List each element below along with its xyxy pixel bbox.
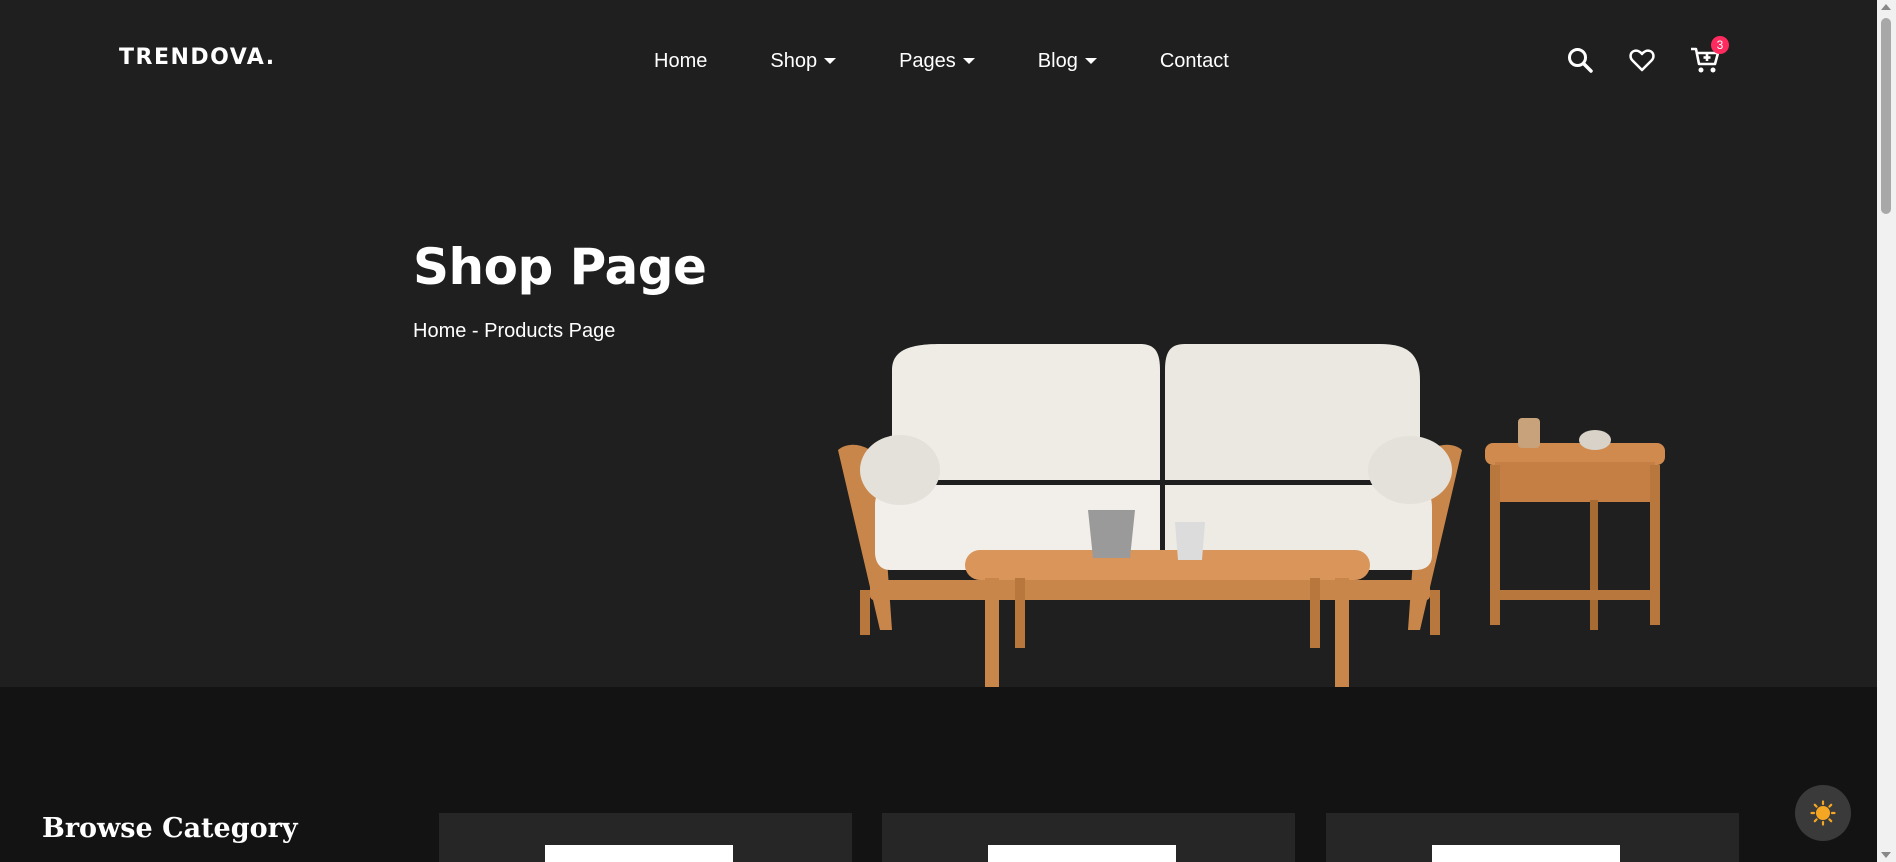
- nav-blog-label: Blog: [1037, 50, 1078, 72]
- page-title: Shop Page: [413, 238, 707, 296]
- header-icons: 3: [1566, 36, 1752, 74]
- cart-button[interactable]: 3: [1690, 36, 1729, 74]
- breadcrumb: Home - Products Page: [413, 320, 615, 343]
- wishlist-button[interactable]: [1628, 46, 1656, 74]
- breadcrumb-current: Products Page: [484, 320, 616, 342]
- search-button[interactable]: [1566, 46, 1594, 74]
- nav-shop[interactable]: Shop: [770, 50, 837, 73]
- nav-home-label: Home: [654, 50, 708, 72]
- cart-count-badge: 3: [1711, 36, 1729, 54]
- nav-contact-label: Contact: [1159, 50, 1229, 72]
- main-nav: Home Shop Pages Blog Contact: [654, 50, 1292, 73]
- nav-contact[interactable]: Contact: [1160, 50, 1229, 73]
- logo[interactable]: TRENDOVA.: [119, 45, 276, 70]
- vertical-scrollbar[interactable]: [1877, 0, 1896, 862]
- page: TRENDOVA. Home Shop Pages Blog Contact 3…: [0, 0, 1877, 862]
- sofa-set-image: [838, 344, 1665, 687]
- product-thumbnail: [545, 845, 733, 862]
- breadcrumb-separator: -: [466, 320, 485, 342]
- breadcrumb-home-link[interactable]: Home: [413, 320, 466, 342]
- product-thumbnail: [988, 845, 1176, 862]
- product-thumbnail: [1432, 845, 1620, 862]
- scroll-up-arrow-icon[interactable]: [1881, 4, 1891, 10]
- nav-shop-label: Shop: [770, 50, 818, 72]
- sun-icon: [1810, 800, 1836, 826]
- nav-pages[interactable]: Pages: [899, 50, 975, 73]
- heart-icon: [1629, 49, 1655, 72]
- nav-blog[interactable]: Blog: [1038, 50, 1097, 73]
- caret-down-icon: [962, 57, 975, 64]
- browse-category-heading: Browse Category: [42, 813, 298, 844]
- nav-pages-label: Pages: [899, 50, 956, 72]
- scroll-down-arrow-icon[interactable]: [1881, 852, 1891, 858]
- caret-down-icon: [1084, 57, 1097, 64]
- nav-home[interactable]: Home: [654, 50, 707, 73]
- header: TRENDOVA. Home Shop Pages Blog Contact 3: [0, 0, 1877, 125]
- search-icon: [1568, 48, 1593, 73]
- theme-toggle-button[interactable]: [1795, 785, 1851, 841]
- caret-down-icon: [824, 57, 837, 64]
- product-card[interactable]: [1326, 813, 1739, 862]
- product-card[interactable]: [882, 813, 1295, 862]
- product-card[interactable]: [439, 813, 852, 862]
- scroll-thumb[interactable]: [1881, 18, 1891, 214]
